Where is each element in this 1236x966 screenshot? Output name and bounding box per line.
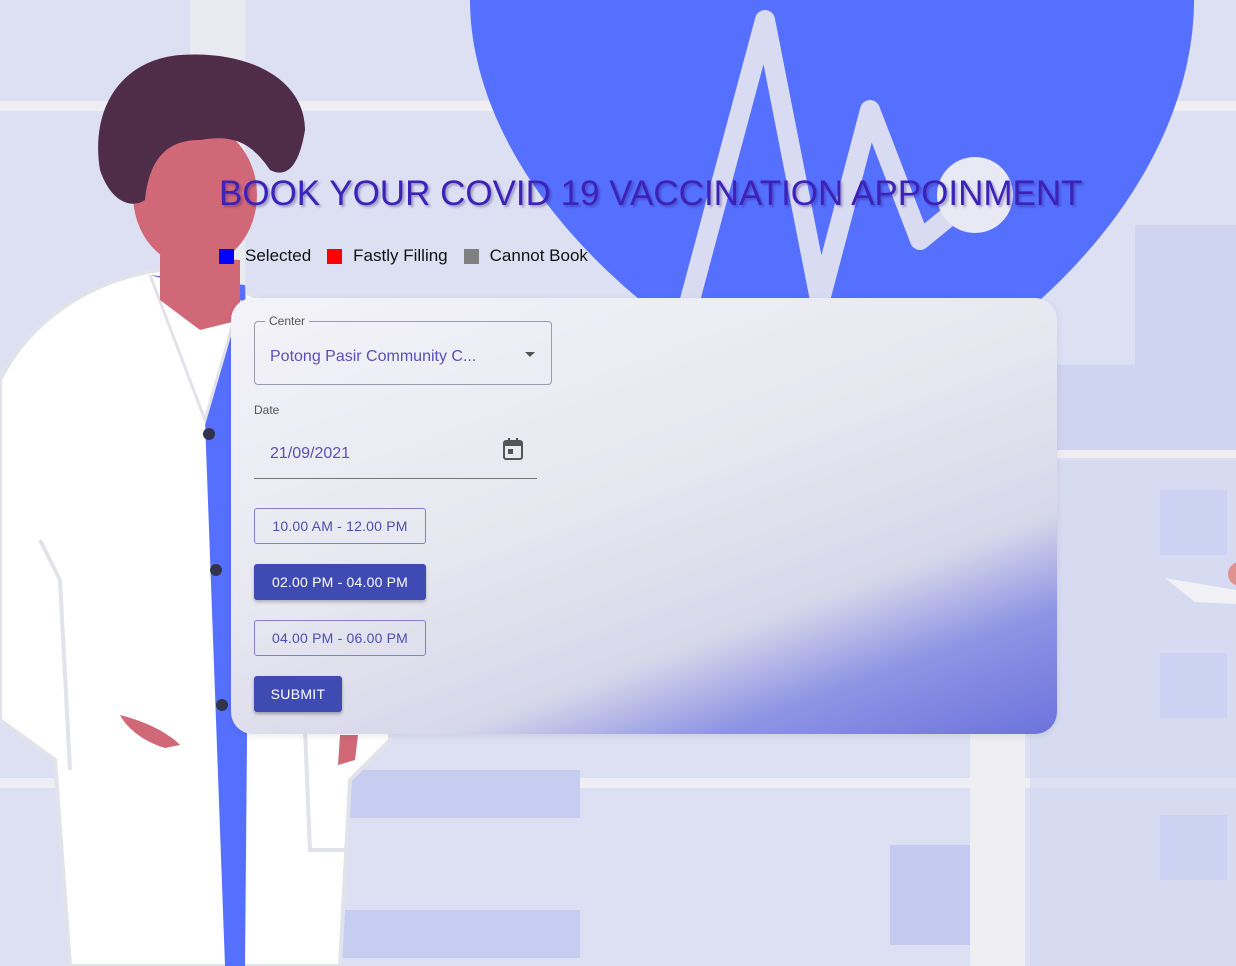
date-value: 21/09/2021	[270, 445, 351, 462]
legend-label: Fastly Filling	[353, 246, 448, 265]
page: BOOK YOUR COVID 19 VACCINATION APPOINMEN…	[0, 0, 1236, 966]
legend-swatch-fastly-filling	[327, 248, 343, 264]
booking-form-card: Center Potong Pasir Community C... Date …	[231, 298, 1057, 734]
page-title: BOOK YOUR COVID 19 VACCINATION APPOINMEN…	[219, 174, 1083, 213]
time-slot-button[interactable]: 10.00 AM - 12.00 PM	[254, 508, 426, 544]
center-value: Potong Pasir Community C...	[270, 348, 477, 365]
time-slot-button[interactable]: 04.00 PM - 06.00 PM	[254, 620, 426, 656]
calendar-icon[interactable]	[503, 438, 523, 460]
chevron-down-icon[interactable]	[525, 352, 535, 357]
legend-label: Selected	[245, 246, 312, 265]
legend-item-fastly-filling: Fastly Filling	[327, 246, 448, 266]
legend-swatch-selected	[219, 248, 234, 264]
submit-button[interactable]: SUBMIT	[254, 676, 342, 712]
legend-swatch-cannot-book	[463, 248, 479, 264]
center-label: Center	[265, 314, 310, 328]
legend-item-cannot-book: Cannot Book	[463, 246, 588, 266]
legend: Selected Fastly Filling Cannot Book	[219, 246, 604, 266]
time-slot-button-selected[interactable]: 02.00 PM - 04.00 PM	[254, 564, 426, 600]
date-field[interactable]: 21/09/2021	[254, 430, 537, 479]
legend-label: Cannot Book	[489, 246, 588, 265]
center-select[interactable]: Center Potong Pasir Community C...	[254, 314, 552, 385]
legend-item-selected: Selected	[219, 246, 311, 266]
date-label: Date	[254, 403, 280, 417]
